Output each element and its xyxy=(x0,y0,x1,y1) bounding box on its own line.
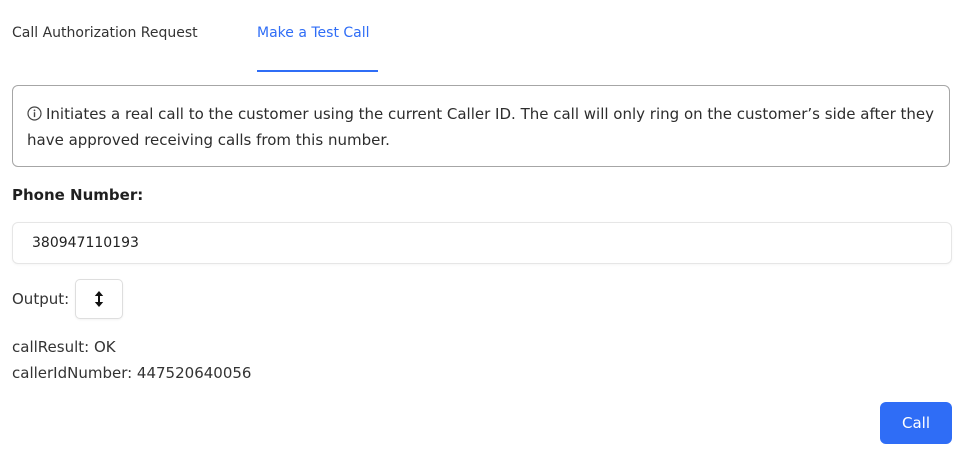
phone-number-label: Phone Number: xyxy=(12,186,144,204)
output-label: Output: xyxy=(12,290,70,308)
expand-collapse-icon xyxy=(76,290,122,308)
call-button[interactable]: Call xyxy=(880,402,952,444)
info-circle-icon xyxy=(27,103,42,121)
output-call-result: callResult: OK xyxy=(12,338,116,356)
active-tab-indicator xyxy=(257,70,378,72)
tab-call-authorization-request[interactable]: Call Authorization Request xyxy=(12,22,198,44)
tab-make-a-test-call[interactable]: Make a Test Call xyxy=(257,22,370,44)
info-text: Initiates a real call to the customer us… xyxy=(27,105,935,149)
info-notice: Initiates a real call to the customer us… xyxy=(12,85,950,167)
output-toggle-button[interactable] xyxy=(75,279,123,319)
output-caller-id-number: callerIdNumber: 447520640056 xyxy=(12,364,252,382)
phone-number-input[interactable] xyxy=(12,222,952,264)
tab-bar: Call Authorization Request Make a Test C… xyxy=(12,0,960,72)
